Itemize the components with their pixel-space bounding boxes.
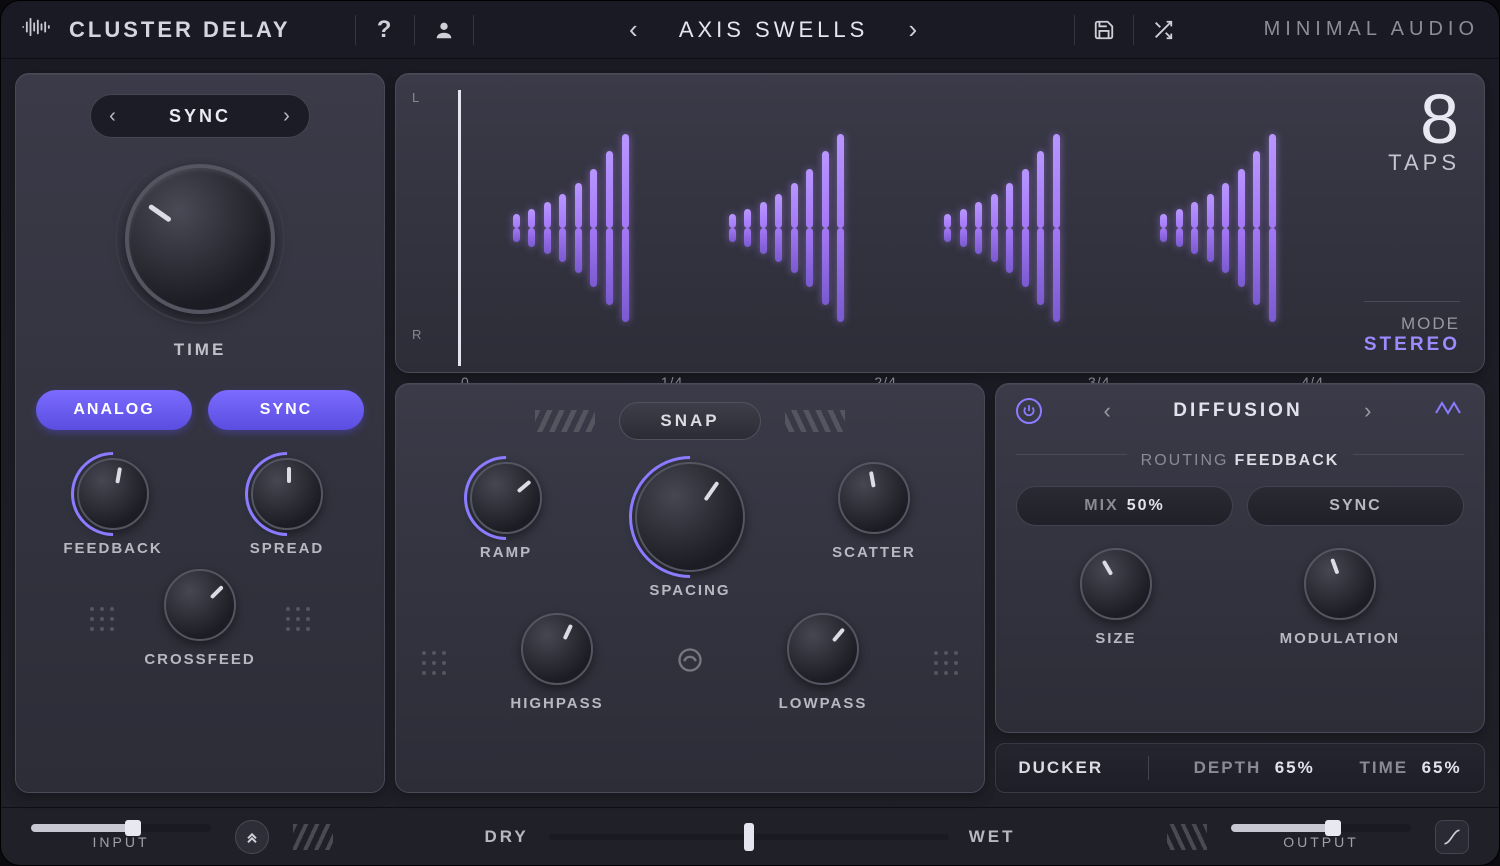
plugin-logo-icon	[21, 16, 51, 43]
ducker-depth[interactable]: DEPTH 65%	[1194, 758, 1315, 778]
taps-label: TAPS	[1388, 150, 1460, 176]
dot-grid	[422, 651, 446, 675]
time-mode-prev[interactable]: ‹	[91, 105, 135, 128]
main-area: ‹ SYNC › TIME ANALOG SYNC FEEDBACK SPREA	[1, 59, 1499, 807]
wet-label: WET	[969, 827, 1016, 847]
dot-grid	[934, 651, 958, 675]
mix-pill[interactable]: MIX 50%	[1016, 486, 1233, 526]
sync-toggle[interactable]: SYNC	[208, 390, 364, 430]
spread-label: SPREAD	[250, 540, 325, 557]
feedback-label: FEEDBACK	[63, 540, 162, 557]
effect-wave-icon[interactable]	[1434, 399, 1464, 424]
spacing-knob[interactable]	[635, 462, 745, 572]
output-slider[interactable]	[1231, 824, 1411, 832]
filter-link-icon[interactable]	[676, 646, 704, 679]
hatch-icon	[535, 410, 595, 432]
hatch-icon	[293, 824, 333, 850]
time-mode-selector: ‹ SYNC ›	[90, 94, 310, 138]
ducker-time[interactable]: TIME 65%	[1360, 758, 1462, 778]
highpass-knob[interactable]	[521, 613, 593, 685]
dry-label: DRY	[484, 827, 528, 847]
preset-next-button[interactable]: ›	[896, 13, 930, 47]
spread-knob[interactable]	[251, 458, 323, 530]
time-knob-label: TIME	[174, 340, 227, 360]
fx-sync-pill[interactable]: SYNC	[1247, 486, 1464, 526]
snap-panel: SNAP RAMP SPACING SCATTER	[395, 383, 985, 793]
account-icon[interactable]	[427, 13, 461, 47]
brand-label: MINIMAL AUDIO	[1264, 18, 1479, 41]
input-slider[interactable]	[31, 824, 211, 832]
mix-value: 50%	[1127, 497, 1165, 515]
crossfeed-knob[interactable]	[164, 569, 236, 641]
topbar: CLUSTER DELAY ? ‹ AXIS SWELLS › MINIMAL …	[1, 1, 1499, 59]
effect-power-icon[interactable]	[1016, 398, 1042, 424]
input-label: INPUT	[93, 834, 150, 850]
mix-label: MIX	[1084, 497, 1118, 515]
effect-panel: ‹ DIFFUSION › ROUTING FEEDBACK	[995, 383, 1485, 733]
hatch-icon	[1167, 824, 1207, 850]
scatter-label: SCATTER	[832, 544, 916, 561]
effect-prev[interactable]: ‹	[1093, 398, 1121, 424]
highpass-label: HIGHPASS	[510, 695, 603, 712]
ramp-knob[interactable]	[470, 462, 542, 534]
viz-mode-value[interactable]: STEREO	[1364, 334, 1460, 356]
ducker-bar: DUCKER DEPTH 65% TIME 65%	[995, 743, 1485, 793]
time-panel: ‹ SYNC › TIME ANALOG SYNC FEEDBACK SPREA	[15, 73, 385, 793]
help-button[interactable]: ?	[368, 13, 402, 47]
time-mode-next[interactable]: ›	[265, 105, 309, 128]
expand-icon[interactable]	[235, 820, 269, 854]
output-label: OUTPUT	[1283, 834, 1359, 850]
taps-count[interactable]: 8	[1388, 84, 1460, 154]
ducker-label[interactable]: DUCKER	[1018, 758, 1103, 778]
plugin-window: CLUSTER DELAY ? ‹ AXIS SWELLS › MINIMAL …	[0, 0, 1500, 866]
dot-grid-left	[90, 607, 114, 631]
crossfeed-label: CROSSFEED	[144, 651, 255, 668]
modulation-knob[interactable]	[1304, 548, 1376, 620]
preset-prev-button[interactable]: ‹	[617, 13, 651, 47]
snap-button[interactable]: SNAP	[619, 402, 760, 440]
preset-name[interactable]: AXIS SWELLS	[679, 17, 869, 43]
effect-next[interactable]: ›	[1354, 398, 1382, 424]
drywet-slider[interactable]	[549, 834, 949, 840]
shuffle-icon[interactable]	[1146, 13, 1180, 47]
lowpass-knob[interactable]	[787, 613, 859, 685]
analog-toggle[interactable]: ANALOG	[36, 390, 192, 430]
modulation-label: MODULATION	[1280, 630, 1401, 647]
routing-value[interactable]: FEEDBACK	[1234, 452, 1339, 469]
effect-title[interactable]: DIFFUSION	[1173, 400, 1302, 422]
hatch-icon	[785, 410, 845, 432]
footer: INPUT DRY WET OUTPUT	[1, 807, 1499, 865]
viz-mode-label: MODE	[1364, 314, 1460, 334]
curve-icon[interactable]	[1435, 820, 1469, 854]
save-icon[interactable]	[1087, 13, 1121, 47]
scatter-knob[interactable]	[838, 462, 910, 534]
routing-label: ROUTING	[1141, 452, 1229, 469]
viz-right-channel-label: R	[412, 327, 452, 342]
time-knob[interactable]	[125, 164, 275, 314]
size-label: SIZE	[1095, 630, 1136, 647]
tap-visualizer: L R 0 1/4 2/4 3/4 4/4 8 TAPS	[395, 73, 1485, 373]
ramp-label: RAMP	[480, 544, 532, 561]
size-knob[interactable]	[1080, 548, 1152, 620]
time-mode-label[interactable]: SYNC	[135, 106, 265, 127]
dot-grid-right	[286, 607, 310, 631]
plugin-name: CLUSTER DELAY	[69, 17, 291, 43]
lowpass-label: LOWPASS	[779, 695, 868, 712]
viz-canvas[interactable]: 0 1/4 2/4 3/4 4/4	[458, 90, 1324, 366]
spacing-label: SPACING	[649, 582, 730, 599]
viz-left-channel-label: L	[412, 90, 452, 105]
bottom-row: SNAP RAMP SPACING SCATTER	[395, 383, 1485, 793]
feedback-knob[interactable]	[77, 458, 149, 530]
